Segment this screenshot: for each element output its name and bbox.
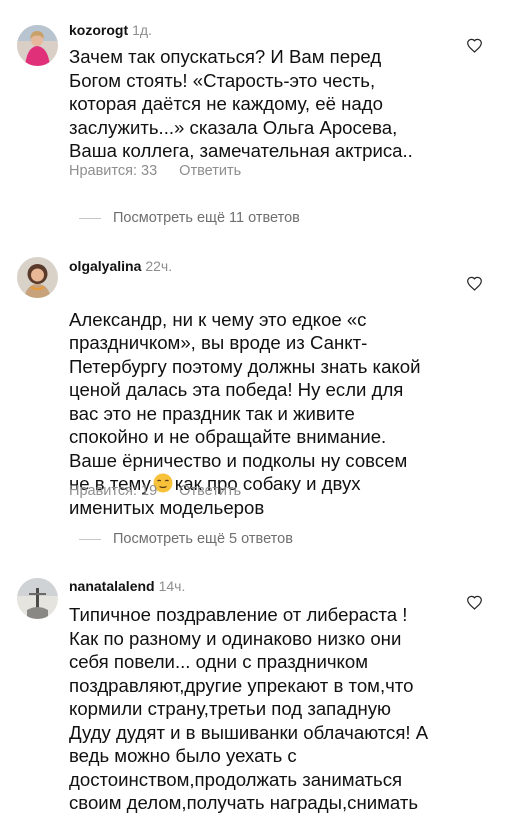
replies-divider — [79, 538, 101, 540]
comment-time: 14ч. — [158, 578, 186, 594]
avatar-nanatalalend[interactable] — [17, 578, 58, 619]
comment-username[interactable]: nanatalalend 14ч. — [69, 578, 185, 594]
comment-time: 1д. — [132, 22, 152, 38]
reply-button[interactable]: Ответить — [179, 163, 241, 179]
view-more-replies[interactable]: Посмотреть ещё 11 ответов — [79, 210, 300, 226]
view-more-replies[interactable]: Посмотреть ещё 5 ответов — [79, 531, 293, 547]
likes-count[interactable]: Нравится: 19 — [69, 483, 157, 499]
avatar-kozorogt[interactable] — [17, 25, 58, 66]
heart-outline-icon[interactable] — [466, 595, 483, 610]
comment-time: 22ч. — [145, 258, 173, 274]
comment-actions: Нравится: 33 Ответить — [69, 163, 241, 179]
comment-text: Типичное поздравление от либераста ! Как… — [69, 604, 429, 813]
reply-button[interactable]: Ответить — [179, 483, 241, 499]
avatar-olgalyalina[interactable] — [17, 257, 58, 298]
replies-divider — [79, 217, 101, 219]
heart-outline-icon[interactable] — [466, 38, 483, 53]
likes-count[interactable]: Нравится: 33 — [69, 163, 157, 179]
heart-outline-icon[interactable] — [466, 276, 483, 291]
comment-username[interactable]: kozorogt 1д. — [69, 22, 152, 38]
comment-username[interactable]: olgalyalina 22ч. — [69, 258, 172, 274]
comment-actions: Нравится: 19 Ответить — [69, 483, 241, 499]
comment-text: Зачем так опускаться? И Вам перед Богом … — [69, 46, 413, 161]
